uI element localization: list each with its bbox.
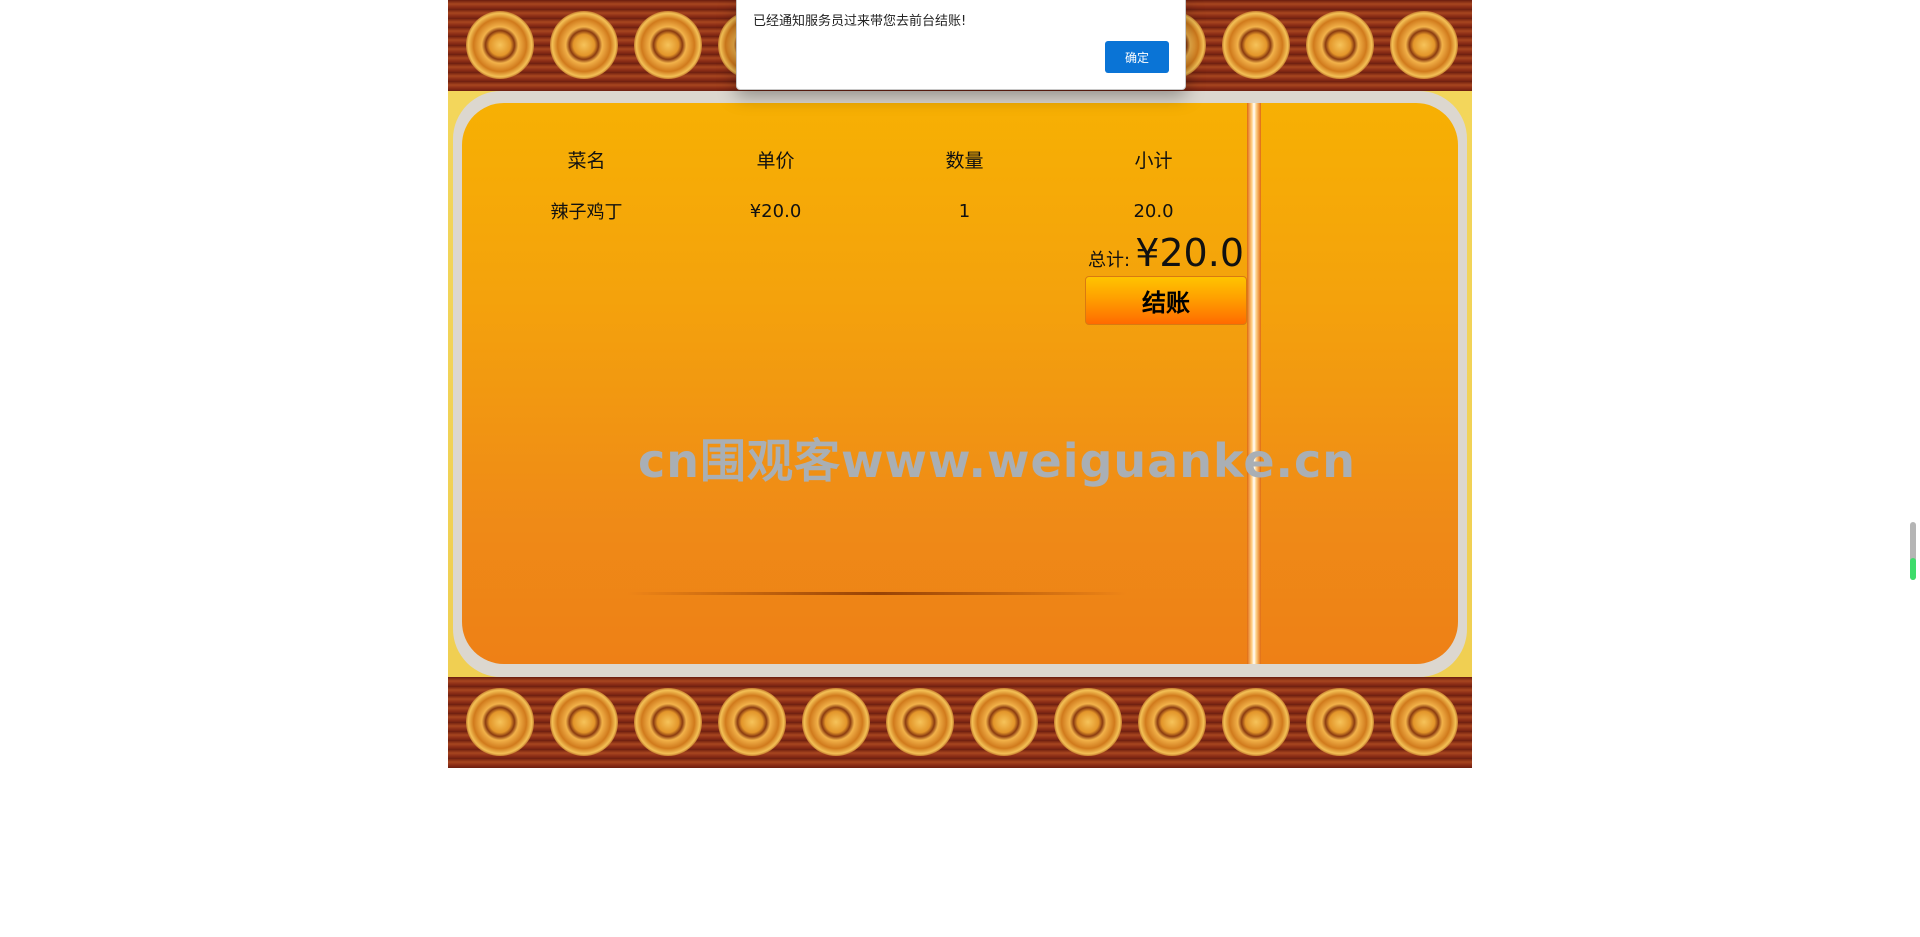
flower-ornament-icon bbox=[1382, 680, 1466, 764]
scroll-indicator-fill bbox=[1910, 557, 1916, 580]
flower-ornament-icon bbox=[542, 3, 626, 87]
scroll-indicator[interactable] bbox=[1910, 522, 1916, 580]
column-header-subtotal: 小计 bbox=[1134, 149, 1173, 172]
order-table: 菜名 单价 数量 小计 辣子鸡丁 ¥20.0 1 20.0 bbox=[492, 133, 1248, 237]
flower-ornament-icon bbox=[878, 680, 962, 764]
order-panel: 菜名 单价 数量 小计 辣子鸡丁 ¥20.0 1 20.0 总计: ¥20.0 … bbox=[462, 103, 1458, 664]
flower-ornament-icon bbox=[458, 3, 542, 87]
total-amount: ¥20.0 bbox=[1135, 231, 1244, 275]
flower-ornament-icon bbox=[1298, 3, 1382, 87]
flower-ornament-icon bbox=[1130, 680, 1214, 764]
order-table-header: 菜名 单价 数量 小计 bbox=[492, 133, 1248, 185]
column-header-quantity: 数量 bbox=[945, 149, 984, 172]
flower-ornament-icon bbox=[962, 680, 1046, 764]
alert-message: 已经通知服务员过来带您去前台结账! bbox=[753, 14, 967, 29]
flower-ornament-icon bbox=[1214, 680, 1298, 764]
restaurant-page: 菜名 单价 数量 小计 辣子鸡丁 ¥20.0 1 20.0 总计: ¥20.0 … bbox=[448, 0, 1472, 768]
watermark: cn围观客www.weiguanke.cn bbox=[638, 434, 1357, 488]
flower-ornament-icon bbox=[626, 3, 710, 87]
flower-ornament-icon bbox=[542, 680, 626, 764]
order-total: 总计: ¥20.0 bbox=[1084, 231, 1244, 275]
alert-ok-button[interactable]: 确定 bbox=[1105, 41, 1169, 73]
flower-ornament-icon bbox=[1382, 3, 1466, 87]
column-header-price: 单价 bbox=[756, 149, 795, 172]
dish-quantity: 1 bbox=[958, 200, 971, 222]
decorative-divider bbox=[627, 592, 1127, 595]
column-header-dish: 菜名 bbox=[567, 149, 606, 172]
flower-ornament-icon bbox=[794, 680, 878, 764]
decorative-pillar bbox=[1247, 103, 1261, 664]
dish-name: 辣子鸡丁 bbox=[550, 202, 623, 223]
flower-ornament-icon bbox=[458, 680, 542, 764]
dish-price: ¥20.0 bbox=[749, 200, 802, 222]
flower-ornament-icon bbox=[1214, 3, 1298, 87]
alert-dialog: 已经通知服务员过来带您去前台结账! 确定 bbox=[736, 0, 1186, 90]
flower-ornament-icon bbox=[626, 680, 710, 764]
checkout-button[interactable]: 结账 bbox=[1085, 276, 1247, 325]
total-label: 总计: bbox=[1088, 250, 1131, 271]
decorative-bottom-border bbox=[448, 677, 1472, 768]
flower-ornament-icon bbox=[1298, 680, 1382, 764]
dish-subtotal: 20.0 bbox=[1133, 200, 1174, 222]
flower-ornament-icon bbox=[1046, 680, 1130, 764]
flower-ornament-icon bbox=[710, 680, 794, 764]
table-row: 辣子鸡丁 ¥20.0 1 20.0 bbox=[492, 185, 1248, 237]
